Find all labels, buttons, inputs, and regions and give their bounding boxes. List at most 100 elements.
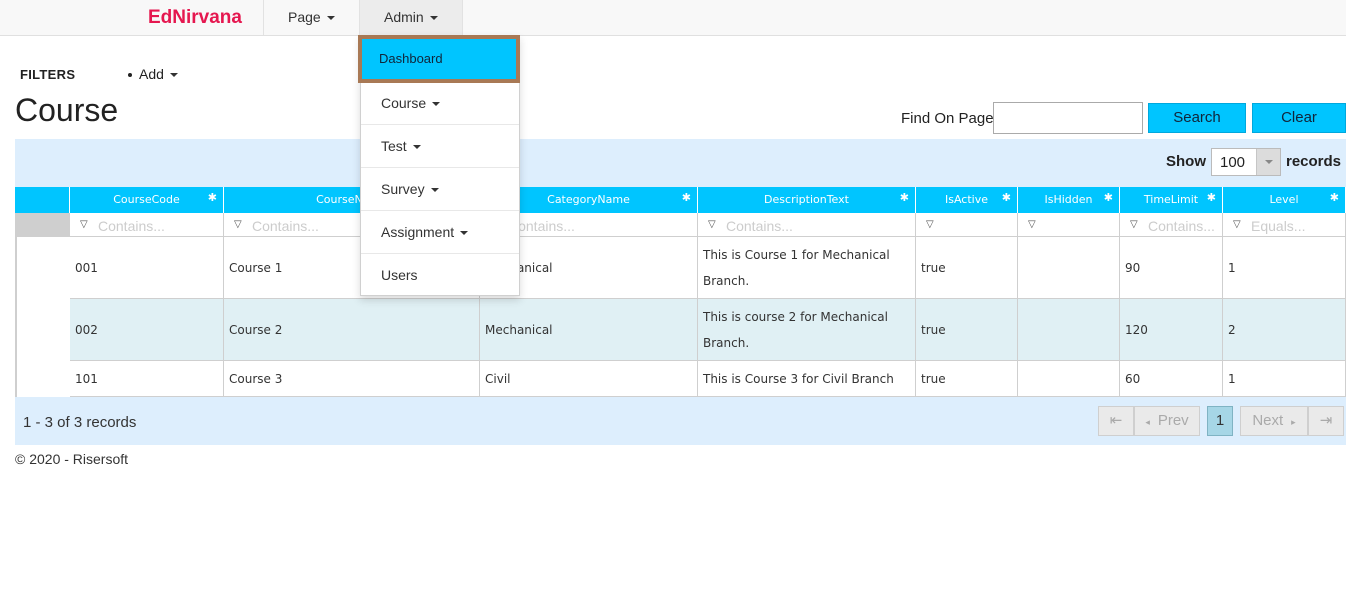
nav-menu-admin-label: Admin: [384, 9, 424, 25]
caret-down-icon: [429, 16, 438, 21]
column-header-label: CourseCode: [113, 193, 180, 206]
table-cell-isactive[interactable]: true: [916, 237, 1018, 299]
menu-item-dashboard[interactable]: Dashboard: [358, 35, 520, 83]
menu-item-test[interactable]: Test: [361, 125, 519, 168]
admin-dropdown-menu: Course Test Survey Assignment Users Dash…: [358, 35, 520, 297]
table-cell-descriptiontext[interactable]: This is Course 3 for Civil Branch: [698, 361, 916, 397]
nav-menu-admin[interactable]: Admin: [384, 0, 438, 35]
table-cell-descriptiontext[interactable]: This is course 2 for Mechanical Branch.: [698, 299, 916, 361]
table-cell-coursename[interactable]: Course 2: [224, 299, 480, 361]
table-cell-timelimit[interactable]: 120: [1120, 299, 1223, 361]
table-cell-coursename[interactable]: Course 3: [224, 361, 480, 397]
table-cell-ishidden[interactable]: [1018, 361, 1120, 397]
page-size-select[interactable]: 100: [1211, 148, 1281, 176]
page-size-value: 100: [1220, 154, 1246, 171]
pager-next-label: Next: [1252, 412, 1284, 429]
page-title: Course: [15, 92, 119, 128]
filter-icon[interactable]: ▽: [1233, 219, 1241, 230]
gear-icon[interactable]: ✱: [208, 192, 217, 204]
chevron-down-icon[interactable]: [1256, 149, 1280, 175]
column-header-descriptiontext[interactable]: DescriptionText ✱: [698, 187, 916, 213]
menu-item-label: Test: [381, 138, 407, 154]
nav-menu-page[interactable]: Page: [288, 0, 335, 35]
filter-icon[interactable]: ▽: [80, 219, 88, 230]
caret-down-icon: [460, 231, 469, 236]
menu-item-users[interactable]: Users: [361, 254, 519, 297]
menu-item-course[interactable]: Course: [361, 82, 519, 125]
column-header-label: IsActive: [944, 193, 988, 206]
table-cell-categoryname[interactable]: Civil: [480, 361, 698, 397]
menu-item-label: Assignment: [381, 224, 455, 240]
column-header-label: TimeLimit: [1143, 193, 1199, 206]
filter-cell-isactive[interactable]: ▽: [916, 213, 1018, 237]
search-button[interactable]: Search: [1148, 103, 1246, 133]
table-cell-timelimit[interactable]: 60: [1120, 361, 1223, 397]
menu-item-label: Dashboard: [379, 51, 443, 66]
gear-icon[interactable]: ✱: [1207, 192, 1216, 204]
row-header-corner: [15, 187, 70, 213]
caret-down-icon: [169, 73, 178, 78]
caret-down-icon: [326, 16, 335, 21]
filter-cell-timelimit[interactable]: ▽ Contains...: [1120, 213, 1223, 237]
filter-cell-coursecode[interactable]: ▽ Contains...: [70, 213, 224, 237]
filter-cell-descriptiontext[interactable]: ▽ Contains...: [698, 213, 916, 237]
table-cell-descriptiontext[interactable]: This is Course 1 for Mechanical Branch.: [698, 237, 916, 299]
table-cell-coursecode[interactable]: 101: [70, 361, 224, 397]
chevron-left-icon: ◂: [1145, 417, 1150, 427]
add-menu[interactable]: Add: [128, 66, 178, 82]
filter-icon[interactable]: ▽: [234, 219, 242, 230]
column-header-label: DescriptionText: [764, 193, 849, 206]
table-cell-level[interactable]: 2: [1223, 299, 1346, 361]
menu-item-survey[interactable]: Survey: [361, 168, 519, 211]
caret-down-icon: [430, 188, 439, 193]
table-cell-isactive[interactable]: true: [916, 361, 1018, 397]
filter-icon[interactable]: ▽: [1130, 219, 1138, 230]
row-header[interactable]: [15, 299, 17, 361]
gear-icon[interactable]: ✱: [1104, 192, 1113, 204]
pager-page-button[interactable]: 1: [1207, 406, 1233, 436]
column-header-label: CategoryName: [547, 193, 630, 206]
filter-cell-ishidden[interactable]: ▽: [1018, 213, 1120, 237]
bullet-icon: [128, 73, 132, 78]
menu-item-assignment[interactable]: Assignment: [361, 211, 519, 254]
brand-logo[interactable]: EdNirvana: [148, 7, 242, 29]
pager-last-button[interactable]: ⇥: [1308, 406, 1344, 436]
table-cell-timelimit[interactable]: 90: [1120, 237, 1223, 299]
table-cell-categoryname[interactable]: Mechanical: [480, 299, 698, 361]
find-on-page-input[interactable]: [993, 102, 1143, 134]
grid-toolbar: [15, 139, 1346, 187]
pager-first-button[interactable]: ⇤: [1098, 406, 1134, 436]
table-cell-coursecode[interactable]: 002: [70, 299, 224, 361]
record-count: 1 - 3 of 3 records: [23, 414, 137, 431]
column-header-ishidden[interactable]: IsHidden ✱: [1018, 187, 1120, 213]
clear-button[interactable]: Clear: [1252, 103, 1346, 133]
filters-toggle[interactable]: FILTERS: [20, 67, 75, 82]
gear-icon[interactable]: ✱: [900, 192, 909, 204]
column-header-level[interactable]: Level ✱: [1223, 187, 1346, 213]
table-cell-ishidden[interactable]: [1018, 299, 1120, 361]
table-cell-level[interactable]: 1: [1223, 237, 1346, 299]
gear-icon[interactable]: ✱: [1330, 192, 1339, 204]
filter-icon[interactable]: ▽: [1028, 219, 1036, 230]
row-header[interactable]: [15, 361, 17, 397]
table-cell-isactive[interactable]: true: [916, 299, 1018, 361]
column-header-label: IsHidden: [1044, 193, 1093, 206]
pager-next-button[interactable]: Next ▸: [1240, 406, 1308, 436]
gear-icon[interactable]: ✱: [1002, 192, 1011, 204]
filter-icon[interactable]: ▽: [708, 219, 716, 230]
pager-prev-button[interactable]: ◂ Prev: [1134, 406, 1200, 436]
column-header-coursecode[interactable]: CourseCode ✱: [70, 187, 224, 213]
column-header-timelimit[interactable]: TimeLimit ✱: [1120, 187, 1223, 213]
filter-icon[interactable]: ▽: [926, 219, 934, 230]
records-label: records: [1286, 153, 1342, 170]
menu-item-label: Users: [381, 267, 418, 283]
top-navbar: EdNirvana Page Admin: [0, 0, 1346, 36]
gear-icon[interactable]: ✱: [682, 192, 691, 204]
table-cell-coursecode[interactable]: 001: [70, 237, 224, 299]
column-header-isactive[interactable]: IsActive ✱: [916, 187, 1018, 213]
table-cell-ishidden[interactable]: [1018, 237, 1120, 299]
row-header[interactable]: [15, 237, 17, 299]
table-cell-level[interactable]: 1: [1223, 361, 1346, 397]
filter-cell-level[interactable]: ▽ Equals...: [1223, 213, 1346, 237]
caret-down-icon: [432, 102, 441, 107]
